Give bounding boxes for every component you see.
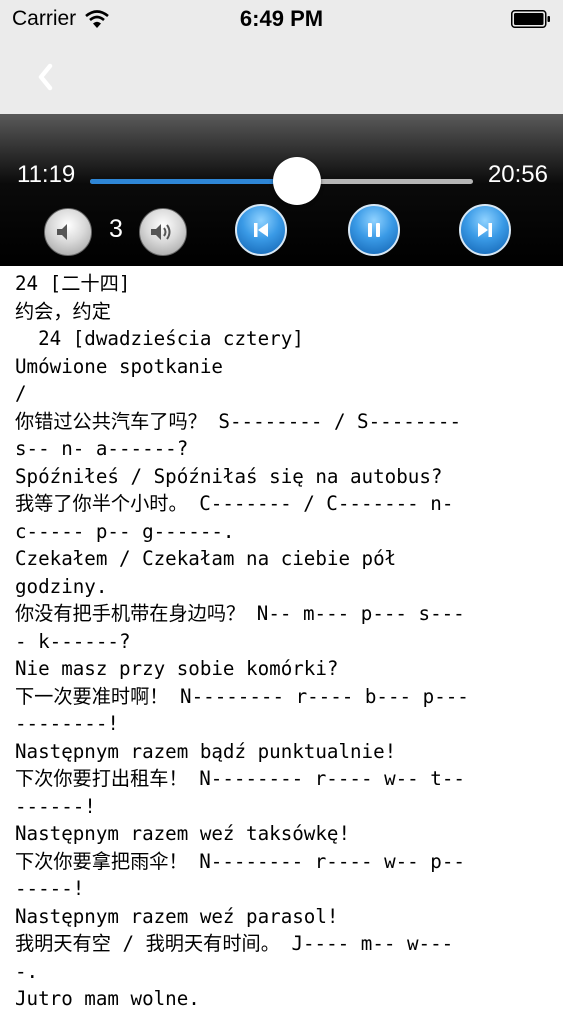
lesson-line: Nie masz przy sobie komórki? <box>15 657 339 680</box>
lesson-line: 约会，约定 <box>15 299 111 323</box>
lesson-line: 下次你要拿把雨伞！ N-------- r---- w-- p-- <box>15 849 465 873</box>
total-time: 20:56 <box>487 161 548 188</box>
lesson-line: Jutro mam wolne. <box>15 987 200 1010</box>
speaker-loud-icon <box>151 224 171 240</box>
next-track-button[interactable] <box>459 204 511 256</box>
lesson-line: 你没有把手机带在身边吗？ N-- m--- p--- s--- <box>15 602 465 625</box>
previous-track-button[interactable] <box>235 204 287 256</box>
skip-next-icon <box>478 223 492 237</box>
lesson-line: s-- n- a------? <box>15 437 189 460</box>
lesson-line: 下次你要打出租车！ N-------- r---- w-- t-- <box>15 767 465 790</box>
lesson-text: 24 [二十四] 约会，约定 24 [dwadzieścia cztery] Umó… <box>15 270 555 1013</box>
elapsed-time: 11:19 <box>17 161 76 188</box>
battery-icon <box>511 10 550 28</box>
lesson-line: godziny. <box>15 574 108 598</box>
lesson-line: / <box>15 382 27 405</box>
lesson-line: - k------? <box>15 629 131 653</box>
lesson-line: 我等了你半个小时。 C------- / C------- n- <box>15 492 454 515</box>
lesson-line: 24 [dwadzieścia cztery] <box>15 327 304 350</box>
back-button[interactable] <box>30 58 64 96</box>
volume-down-button[interactable] <box>44 208 92 256</box>
lesson-line: c----- p-- g------. <box>15 519 235 543</box>
volume-up-button[interactable] <box>139 208 187 256</box>
lesson-line: 下一次要准时啊！ N-------- r---- b--- p--- <box>15 684 469 708</box>
skip-previous-icon <box>254 223 268 237</box>
pause-icon <box>368 223 380 237</box>
lesson-line: ------! <box>15 794 96 818</box>
lesson-line: --------! <box>15 712 119 735</box>
status-bar: Carrier 6:49 PM <box>0 0 563 40</box>
lesson-line: 24 [二十四] <box>15 272 131 295</box>
progress-fill <box>90 179 297 184</box>
status-time: 6:49 PM <box>239 6 324 31</box>
navigation-bar <box>0 40 563 114</box>
volume-level: 3 <box>109 215 123 243</box>
lesson-line: Czekałem / Czekałam na ciebie pół <box>15 547 397 570</box>
lesson-line: 我明天有空 / 我明天有时间。 J---- m-- w--- <box>15 932 454 955</box>
chevron-left-icon <box>38 63 53 91</box>
pause-button[interactable] <box>348 204 400 256</box>
lesson-line: 你错过公共汽车了吗？ S-------- / S-------- <box>15 409 462 433</box>
lesson-line: -. <box>15 959 39 983</box>
lesson-line: Następnym razem weź parasol! <box>15 904 339 928</box>
progress-slider[interactable] <box>90 157 473 205</box>
lesson-line: Następnym razem bądź punktualnie! <box>15 739 397 763</box>
speaker-quiet-icon <box>57 224 67 240</box>
progress-thumb[interactable] <box>272 157 321 205</box>
lesson-line: Umówione spotkanie <box>15 354 223 378</box>
audio-player: 11:19 20:56 3 <box>0 114 563 266</box>
lesson-line: Spóźniłeś / Spóźniłaś się na autobus? <box>15 464 443 488</box>
lesson-line: Następnym razem weź taksówkę! <box>15 822 351 845</box>
lesson-line: -----! <box>15 877 85 900</box>
